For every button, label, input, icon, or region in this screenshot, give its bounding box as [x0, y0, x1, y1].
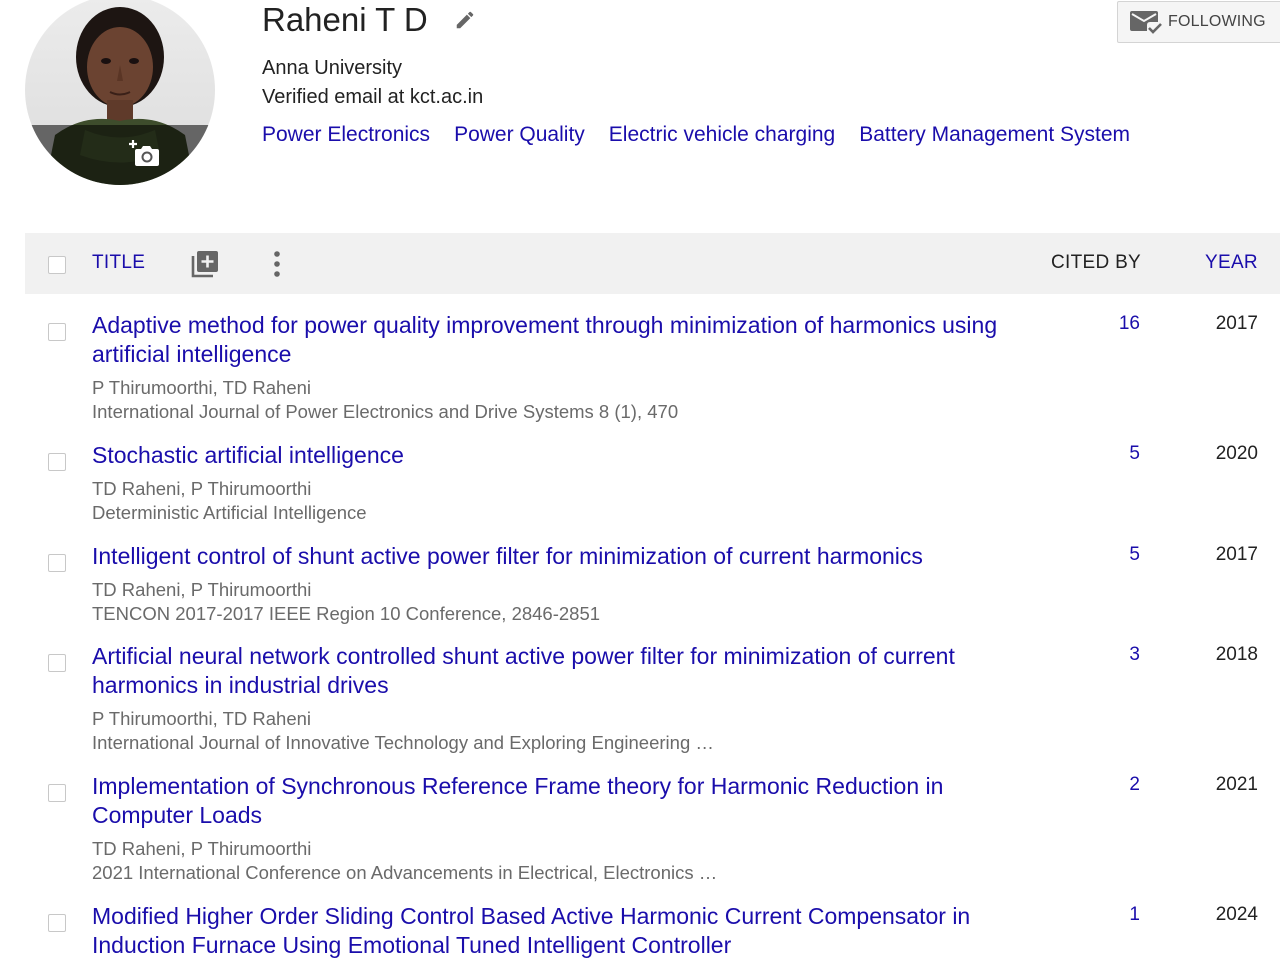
article-venue: International Journal of Power Electroni… [92, 401, 679, 422]
cited-by-count[interactable]: 1 [1090, 904, 1140, 926]
article-year: 2017 [1215, 313, 1258, 334]
article-title-link[interactable]: Adaptive method for power quality improv… [92, 311, 1042, 369]
article-year: 2024 [1215, 904, 1258, 925]
article-title-link[interactable]: Implementation of Synchronous Reference … [92, 772, 1042, 830]
article-title-link[interactable]: Intelligent control of shunt active powe… [92, 542, 1042, 571]
article-title-link[interactable]: Artificial neural network controlled shu… [92, 642, 1042, 700]
row-checkbox[interactable] [48, 654, 66, 672]
article-authors: P Thirumoorthi, TD Raheni [92, 377, 312, 398]
row-checkbox[interactable] [48, 914, 66, 932]
article-title-link[interactable]: Modified Higher Order Sliding Control Ba… [92, 902, 1042, 960]
article-venue: International Journal of Innovative Tech… [92, 732, 714, 753]
article-authors: TD Raheni, P Thirumoorthi [92, 838, 312, 859]
articles-list: Adaptive method for power quality improv… [0, 0, 1280, 960]
row-checkbox[interactable] [48, 784, 66, 802]
article-year: 2018 [1215, 644, 1258, 665]
article-authors: TD Raheni, P Thirumoorthi [92, 579, 312, 600]
article-authors: P Thirumoorthi, TD Raheni [92, 708, 312, 729]
cited-by-count[interactable]: 5 [1090, 443, 1140, 465]
row-checkbox[interactable] [48, 453, 66, 471]
row-checkbox[interactable] [48, 323, 66, 341]
cited-by-count[interactable]: 2 [1090, 774, 1140, 796]
article-year: 2017 [1215, 544, 1258, 565]
article-year: 2021 [1215, 774, 1258, 795]
article-venue: Deterministic Artificial Intelligence [92, 502, 367, 523]
article-venue: TENCON 2017-2017 IEEE Region 10 Conferen… [92, 603, 601, 624]
cited-by-count[interactable]: 5 [1090, 544, 1140, 566]
cited-by-count[interactable]: 3 [1090, 644, 1140, 666]
article-title-link[interactable]: Stochastic artificial intelligence [92, 441, 1042, 470]
cited-by-count[interactable]: 16 [1090, 313, 1140, 335]
article-venue: 2021 International Conference on Advance… [92, 862, 718, 883]
row-checkbox[interactable] [48, 554, 66, 572]
article-authors: TD Raheni, P Thirumoorthi [92, 478, 312, 499]
article-year: 2020 [1215, 443, 1258, 464]
